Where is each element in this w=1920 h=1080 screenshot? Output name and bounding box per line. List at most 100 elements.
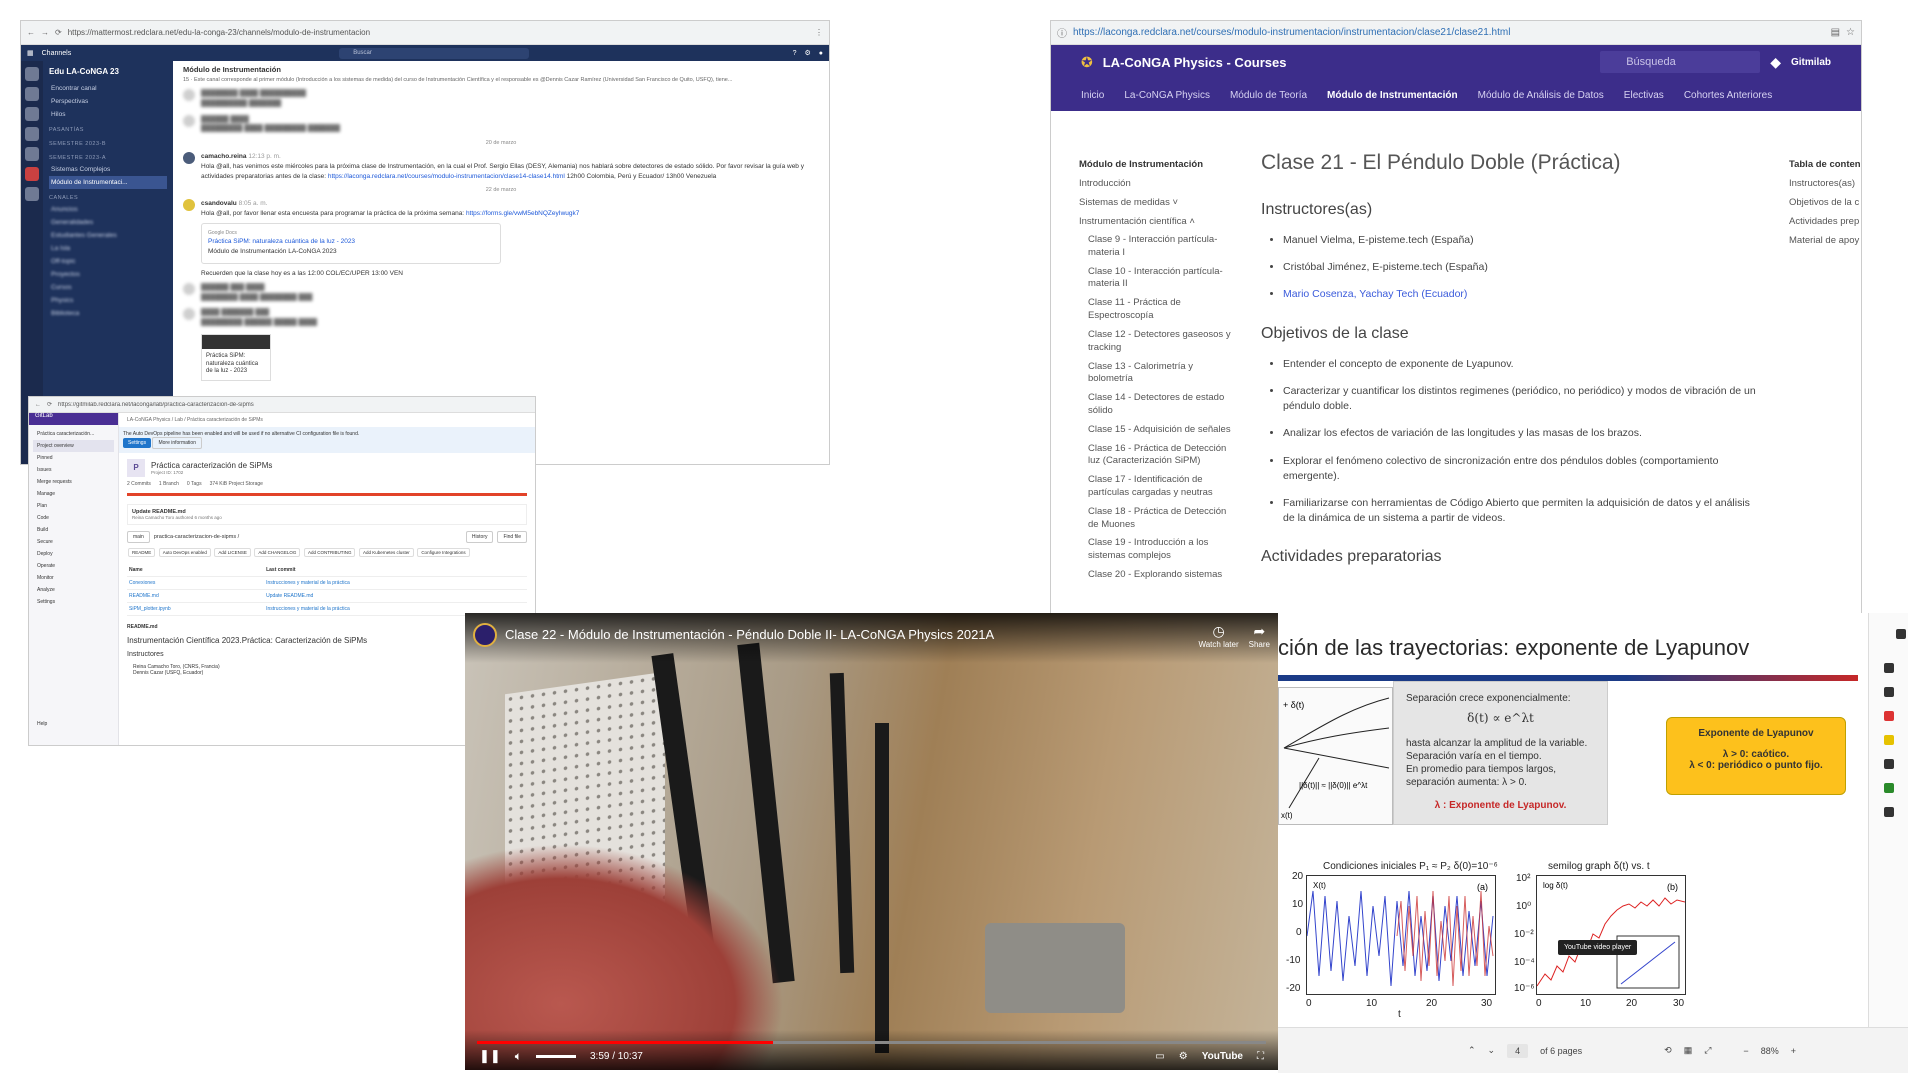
nav-inicio[interactable]: Inicio xyxy=(1081,90,1104,101)
instructor-link[interactable]: Mario Cosenza, Yachay Tech (Ecuador) xyxy=(1283,288,1467,300)
sidebar-item-manage[interactable]: Manage xyxy=(33,488,114,500)
zoom-in-icon[interactable]: + xyxy=(1791,1046,1796,1056)
avatar[interactable] xyxy=(183,199,195,212)
sidebar-item-analyze[interactable]: Analyze xyxy=(33,584,114,596)
nav-laconga-physics[interactable]: La-CoNGA Physics xyxy=(1124,90,1210,101)
rotate-icon[interactable]: ⟲ xyxy=(1664,1045,1672,1056)
sidebar-item-sistemas-complejos[interactable]: Sistemas Complejos xyxy=(49,163,167,176)
post-author[interactable]: camacho.reina xyxy=(201,153,247,160)
sidebar-item-pinned[interactable]: Pinned xyxy=(33,452,114,464)
watch-later-button[interactable]: ◷ Watch later xyxy=(1198,623,1238,649)
sidebar-subitem[interactable]: Clase 13 - Calorimetría y bolometría xyxy=(1079,358,1239,390)
sidebar-item-intro[interactable]: Introducción xyxy=(1079,174,1239,193)
back-icon[interactable]: ← xyxy=(35,402,41,408)
star-icon[interactable]: ☆ xyxy=(1846,27,1855,38)
team-icon[interactable] xyxy=(25,67,39,81)
post-link[interactable]: https://laconga.redclara.net/courses/mod… xyxy=(328,173,565,180)
help-icon[interactable]: ? xyxy=(793,50,797,57)
settings-icon[interactable]: ⚙ xyxy=(1179,1051,1188,1062)
sidebar-item-code[interactable]: Code xyxy=(33,512,114,524)
team-icon[interactable] xyxy=(25,167,39,181)
search-input[interactable]: Búsqueda xyxy=(1600,51,1761,73)
post-author[interactable]: csandovalu xyxy=(201,200,237,207)
thumbnails-icon[interactable]: ▦ xyxy=(1684,1045,1693,1056)
sidebar-subitem[interactable]: Clase 15 - Adquisición de señales xyxy=(1079,421,1239,440)
sidebar-subitem[interactable]: Clase 18 - Práctica de Detección de Muon… xyxy=(1079,503,1239,535)
reload-icon[interactable]: ⟳ xyxy=(55,28,62,37)
table-row[interactable]: README.md Update README.md xyxy=(127,589,527,603)
sidebar-item-operate[interactable]: Operate xyxy=(33,560,114,572)
reader-icon[interactable]: ▤ xyxy=(1831,27,1840,38)
section-semestre-2023b[interactable]: SEMESTRE 2023-B xyxy=(49,135,167,149)
gitlab-icon[interactable]: ◆ xyxy=(1770,54,1781,71)
section-semestre-2023a[interactable]: SEMESTRE 2023-A xyxy=(49,149,167,163)
sidebar-item-sistemas[interactable]: Sistemas de medidas ˅ xyxy=(1079,193,1239,212)
sidebar-subitem[interactable]: Clase 20 - Explorando sistemas xyxy=(1079,566,1239,585)
pointer-tool-icon[interactable] xyxy=(1883,687,1894,697)
commit-link[interactable]: Instrucciones y material de la práctica xyxy=(266,606,350,612)
captions-icon[interactable]: ▭ xyxy=(1155,1051,1164,1062)
help-link[interactable]: Help xyxy=(33,718,114,730)
team-icon[interactable] xyxy=(25,147,39,161)
avatar[interactable]: ● xyxy=(819,50,823,57)
history-button[interactable]: History xyxy=(465,531,494,543)
address-bar[interactable]: https://mattermost.redclara.net/edu-la-c… xyxy=(68,28,809,37)
toc-item[interactable]: Instructores(as) xyxy=(1789,174,1861,193)
settings-icon[interactable]: ⚙ xyxy=(804,49,810,57)
toc-item[interactable]: Objetivos de la c xyxy=(1789,193,1861,212)
sidebar-item-overview[interactable]: Project overview xyxy=(33,440,114,452)
volume-icon[interactable]: 🔈︎ xyxy=(515,1049,522,1064)
video-title[interactable]: Clase 22 - Módulo de Instrumentación - P… xyxy=(505,627,994,642)
commits-link[interactable]: 2 Commits xyxy=(127,481,151,487)
highlighter-icon[interactable] xyxy=(1883,735,1894,745)
integrations-pill[interactable]: Configure Integrations xyxy=(417,548,470,557)
nav-teoria[interactable]: Módulo de Teoría xyxy=(1230,90,1307,101)
toc-item[interactable]: Actividades prep xyxy=(1789,212,1861,231)
site-title[interactable]: LA-CoNGA Physics - Courses xyxy=(1103,55,1287,70)
address-bar[interactable]: https://laconga.redclara.net/courses/mod… xyxy=(1073,27,1825,38)
nav-analisis[interactable]: Módulo de Análisis de Datos xyxy=(1478,90,1604,101)
extensions-icon[interactable]: ⋮ xyxy=(815,28,823,37)
share-button[interactable]: ➦ Share xyxy=(1249,623,1270,649)
thumbnail-card[interactable]: Práctica SiPM: naturaleza cuántica de la… xyxy=(201,333,271,382)
sidebar-subitem[interactable]: Clase 12 - Detectores gaseosos y trackin… xyxy=(1079,326,1239,358)
sidebar-subitem[interactable]: Clase 9 - Interacción partícula-materia … xyxy=(1079,231,1239,263)
forward-icon[interactable]: → xyxy=(41,28,49,37)
sidebar-item-channel[interactable]: Generalidades xyxy=(49,216,167,229)
youtube-logo[interactable]: YouTube xyxy=(1202,1051,1243,1062)
sidebar-subitem[interactable]: Clase 16 - Práctica de Detección luz (Ca… xyxy=(1079,440,1239,472)
readme-pill[interactable]: README xyxy=(128,548,156,557)
team-icon[interactable] xyxy=(25,127,39,141)
sidebar-item-threads[interactable]: Hilos xyxy=(49,108,167,121)
add-contributing-pill[interactable]: Add CONTRIBUTING xyxy=(303,548,356,557)
record-icon[interactable] xyxy=(1883,807,1894,817)
search-input[interactable]: Buscar xyxy=(339,47,530,59)
nav-electivas[interactable]: Electivas xyxy=(1624,90,1664,101)
link-preview-card[interactable]: Google Docs Práctica SiPM: naturaleza cu… xyxy=(201,222,501,264)
sidebar-item-merge-requests[interactable]: Merge requests xyxy=(33,476,114,488)
sidebar-item-deploy[interactable]: Deploy xyxy=(33,548,114,560)
sidebar-title[interactable]: Módulo de Instrumentación xyxy=(1079,155,1239,174)
settings-button[interactable]: Settings xyxy=(123,438,152,448)
channels-button[interactable]: Channels xyxy=(42,50,72,57)
progress-bar[interactable] xyxy=(477,1041,1266,1044)
sidebar-item-plan[interactable]: Plan xyxy=(33,500,114,512)
hand-tool-icon[interactable] xyxy=(1883,663,1894,673)
shape-tool-icon[interactable] xyxy=(1883,783,1894,793)
find-channel-button[interactable]: Encontrar canal xyxy=(49,82,167,95)
autodevops-pill[interactable]: Auto DevOps enabled xyxy=(158,548,211,557)
fit-icon[interactable]: ⤢ xyxy=(1704,1045,1711,1056)
avatar[interactable] xyxy=(183,152,195,164)
add-kubernetes-pill[interactable]: Add Kubernetes cluster xyxy=(359,548,414,557)
commit-link[interactable]: Instrucciones y material de la práctica xyxy=(266,580,350,586)
add-changelog-pill[interactable]: Add CHANGELOG xyxy=(254,548,301,557)
card-title[interactable]: Práctica SiPM: naturaleza cuántica de la… xyxy=(208,237,494,247)
file-link[interactable]: README.md xyxy=(129,593,159,599)
team-icon[interactable] xyxy=(25,107,39,121)
tags-link[interactable]: 0 Tags xyxy=(187,481,202,487)
sidebar-item-issues[interactable]: Issues xyxy=(33,464,114,476)
toc-item[interactable]: Material de apoy xyxy=(1789,231,1861,250)
sidebar-item-modulo-instrumentacion[interactable]: Módulo de Instrumentaci... xyxy=(49,176,167,189)
sidebar-item-channel[interactable]: Anuncios xyxy=(49,203,167,216)
post-link[interactable]: https://forms.gle/vwM5ebNQZeyIwugk7 xyxy=(466,210,579,217)
